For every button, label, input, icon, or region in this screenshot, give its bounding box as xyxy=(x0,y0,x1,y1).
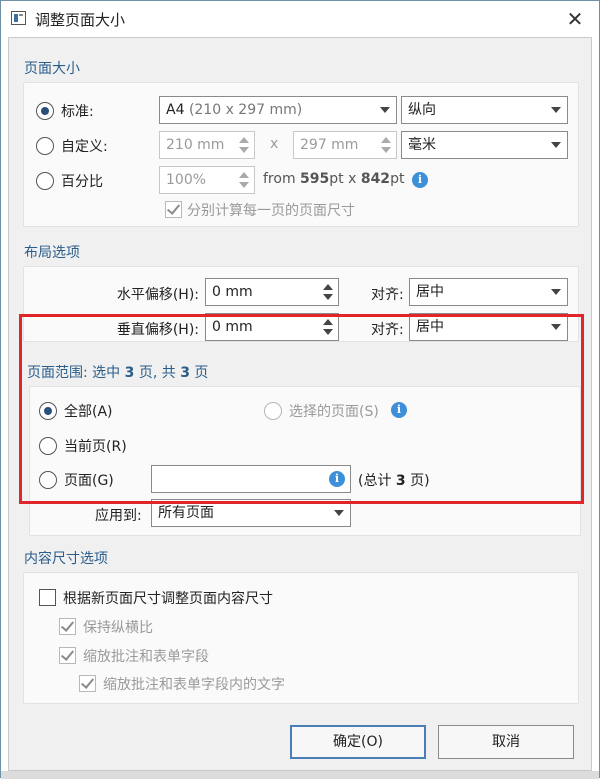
standard-size-value: (210 x 297 mm) xyxy=(188,102,303,118)
scale-annot-text-label: 缩放批注和表单字段内的文字 xyxy=(103,677,285,693)
page-size-title: 页面大小 xyxy=(24,61,80,77)
custom-height-stepper[interactable]: 297 mm xyxy=(293,131,397,159)
keep-ratio-checkbox[interactable] xyxy=(59,618,76,635)
scale-annots-label: 缩放批注和表单字段 xyxy=(83,649,209,665)
percent-value: 100% xyxy=(166,172,207,188)
chevron-down-icon xyxy=(334,510,344,516)
from-width: 595 xyxy=(300,171,330,187)
content-title: 内容尺寸选项 xyxy=(24,551,108,567)
keep-ratio-label: 保持纵横比 xyxy=(83,620,153,636)
times-label: x xyxy=(270,136,279,152)
percent-label: 百分比 xyxy=(61,174,103,190)
dialog-window: 调整页面大小 ✕ 页面大小 标准: A4 (210 x 297 mm) 纵向 自… xyxy=(0,0,600,779)
standard-size-dropdown[interactable]: A4 (210 x 297 mm) xyxy=(159,96,397,124)
window-title: 调整页面大小 xyxy=(35,11,126,29)
ok-button[interactable]: 确定(O) xyxy=(290,725,426,759)
from-unit-1: pt x xyxy=(329,171,361,187)
h-offset-label: 水平偏移(H): xyxy=(116,287,199,303)
custom-radio[interactable] xyxy=(36,137,54,155)
per-page-checkbox[interactable] xyxy=(165,201,182,218)
custom-height-value: 297 mm xyxy=(300,137,359,153)
scale-annots-checkbox[interactable] xyxy=(59,647,76,664)
layout-title: 布局选项 xyxy=(24,245,80,261)
spinner-icon xyxy=(238,170,250,190)
from-size-text: from 595pt x 842pt xyxy=(263,171,404,187)
cancel-button[interactable]: 取消 xyxy=(438,725,574,759)
resize-content-checkbox[interactable] xyxy=(39,589,56,606)
spinner-icon xyxy=(380,135,392,155)
standard-size-prefix: A4 xyxy=(166,102,185,118)
spinner-icon xyxy=(322,282,334,302)
unit-dropdown[interactable]: 毫米 xyxy=(401,131,568,159)
highlight-frame xyxy=(19,314,584,504)
chevron-down-icon xyxy=(551,289,561,295)
apply-to-value: 所有页面 xyxy=(158,505,214,521)
info-icon[interactable]: i xyxy=(412,172,428,188)
from-unit-2: pt xyxy=(390,171,405,187)
scale-annot-text-checkbox[interactable] xyxy=(79,675,96,692)
h-align-dropdown[interactable]: 居中 xyxy=(409,278,568,306)
percent-radio[interactable] xyxy=(36,172,54,190)
percent-stepper[interactable]: 100% xyxy=(159,166,255,194)
orientation-value: 纵向 xyxy=(408,102,436,118)
title-bar: 调整页面大小 ✕ xyxy=(1,1,599,37)
orientation-dropdown[interactable]: 纵向 xyxy=(401,96,568,124)
spinner-icon xyxy=(238,135,250,155)
chevron-down-icon xyxy=(551,142,561,148)
chevron-down-icon xyxy=(380,107,390,113)
custom-width-value: 210 mm xyxy=(166,137,225,153)
apply-to-label: 应用到: xyxy=(95,508,142,524)
h-align-value: 居中 xyxy=(416,284,444,300)
chevron-down-icon xyxy=(551,107,561,113)
custom-width-stepper[interactable]: 210 mm xyxy=(159,131,255,159)
unit-value: 毫米 xyxy=(408,137,436,153)
standard-radio[interactable] xyxy=(36,102,54,120)
from-prefix: from xyxy=(263,171,301,187)
close-button[interactable]: ✕ xyxy=(561,5,589,33)
standard-label: 标准: xyxy=(61,104,94,120)
per-page-label: 分别计算每一页的页面尺寸 xyxy=(187,203,355,219)
h-align-label: 对齐: xyxy=(371,287,404,303)
custom-label: 自定义: xyxy=(61,139,108,155)
h-offset-stepper[interactable]: 0 mm xyxy=(205,278,339,306)
from-height: 842 xyxy=(360,171,391,187)
app-icon xyxy=(11,11,26,25)
h-offset-value: 0 mm xyxy=(212,284,253,300)
resize-content-label: 根据新页面尺寸调整页面内容尺寸 xyxy=(63,591,273,607)
